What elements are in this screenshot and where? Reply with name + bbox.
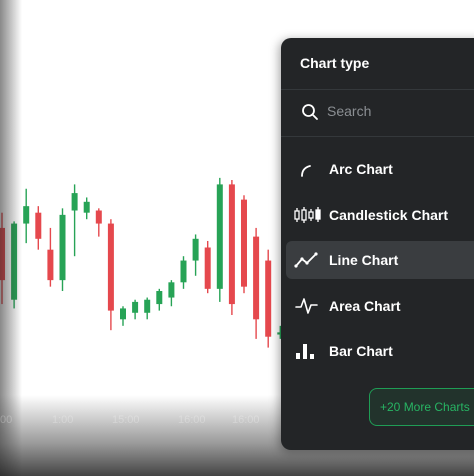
candle-bullish bbox=[59, 208, 66, 292]
panel-title: Chart type bbox=[300, 55, 370, 71]
candle-bearish bbox=[241, 195, 247, 294]
candle-body bbox=[144, 299, 151, 313]
chart-type-panel: Chart type Arc Chart bbox=[281, 38, 474, 450]
candle-bullish bbox=[144, 297, 151, 320]
search-bar[interactable] bbox=[281, 89, 474, 135]
candle-body bbox=[168, 282, 175, 298]
menu-item-label: Arc Chart bbox=[329, 161, 393, 177]
candle-body bbox=[132, 301, 139, 313]
line-chart-icon bbox=[294, 252, 318, 268]
candle-body bbox=[107, 223, 114, 311]
bar-chart-icon bbox=[296, 344, 314, 359]
candle-body bbox=[47, 249, 54, 281]
candle-bearish bbox=[47, 227, 54, 287]
candle-body bbox=[253, 236, 260, 320]
candle-body bbox=[241, 199, 247, 287]
candle-bullish bbox=[168, 280, 175, 307]
x-tick-label: 15:00 bbox=[112, 414, 140, 426]
candle-body bbox=[216, 184, 223, 289]
menu-item-line-chart[interactable]: Line Chart bbox=[286, 241, 474, 279]
candle-body bbox=[204, 247, 211, 289]
candle-bearish bbox=[107, 219, 114, 331]
candle-body bbox=[120, 308, 126, 320]
menu-item-bar-chart[interactable]: Bar Chart bbox=[286, 332, 474, 370]
candle-bullish bbox=[120, 306, 126, 326]
menu-item-label: Area Chart bbox=[329, 298, 401, 314]
candle-bullish bbox=[23, 188, 30, 244]
candle-bearish bbox=[265, 249, 272, 348]
x-tick-label: 1:00 bbox=[52, 414, 74, 426]
candle-body bbox=[95, 210, 102, 224]
candle-body bbox=[83, 201, 90, 213]
candlestick-icon bbox=[294, 207, 321, 223]
x-tick-label: 16:00 bbox=[232, 414, 260, 426]
area-chart-icon bbox=[295, 298, 318, 314]
menu-item-area-chart[interactable]: Area Chart bbox=[286, 287, 474, 325]
more-charts-button[interactable]: +20 More Charts bbox=[369, 388, 474, 426]
candle-body bbox=[35, 212, 42, 239]
candle-body bbox=[180, 260, 187, 283]
search-input[interactable] bbox=[327, 100, 474, 122]
search-icon bbox=[302, 104, 318, 120]
candle-bullish bbox=[132, 299, 139, 320]
arc-chart-icon bbox=[301, 165, 311, 177]
candle-bearish bbox=[253, 227, 260, 339]
candle-bearish bbox=[35, 206, 42, 250]
menu-item-label: Line Chart bbox=[329, 252, 399, 268]
candle-bearish bbox=[95, 208, 102, 237]
candle-bullish bbox=[83, 197, 90, 220]
candle-body bbox=[228, 184, 235, 305]
candle-bullish bbox=[180, 256, 187, 289]
menu-item-label: Bar Chart bbox=[329, 343, 393, 359]
divider bbox=[281, 136, 474, 137]
candle-body bbox=[265, 260, 272, 337]
candle-body bbox=[156, 291, 163, 305]
candle-bearish bbox=[204, 240, 211, 294]
x-tick-label: 16:00 bbox=[178, 414, 206, 426]
candle-body bbox=[192, 238, 199, 261]
candle-body bbox=[71, 193, 78, 211]
candle-bullish bbox=[216, 177, 223, 302]
candle-body bbox=[23, 206, 30, 224]
menu-item-arc-chart[interactable]: Arc Chart bbox=[286, 150, 474, 188]
menu-item-candlestick-chart[interactable]: Candlestick Chart bbox=[286, 196, 474, 234]
candle-bearish bbox=[228, 180, 235, 315]
candle-bullish bbox=[71, 184, 78, 257]
candle-bullish bbox=[192, 234, 199, 276]
app-canvas: 00 1:00 15:00 16:00 16:00 Chart type Arc… bbox=[0, 0, 474, 476]
x-tick-label: 00 bbox=[0, 414, 13, 426]
menu-item-label: Candlestick Chart bbox=[329, 207, 449, 223]
candle-body bbox=[59, 214, 66, 281]
candle-bullish bbox=[156, 288, 163, 311]
